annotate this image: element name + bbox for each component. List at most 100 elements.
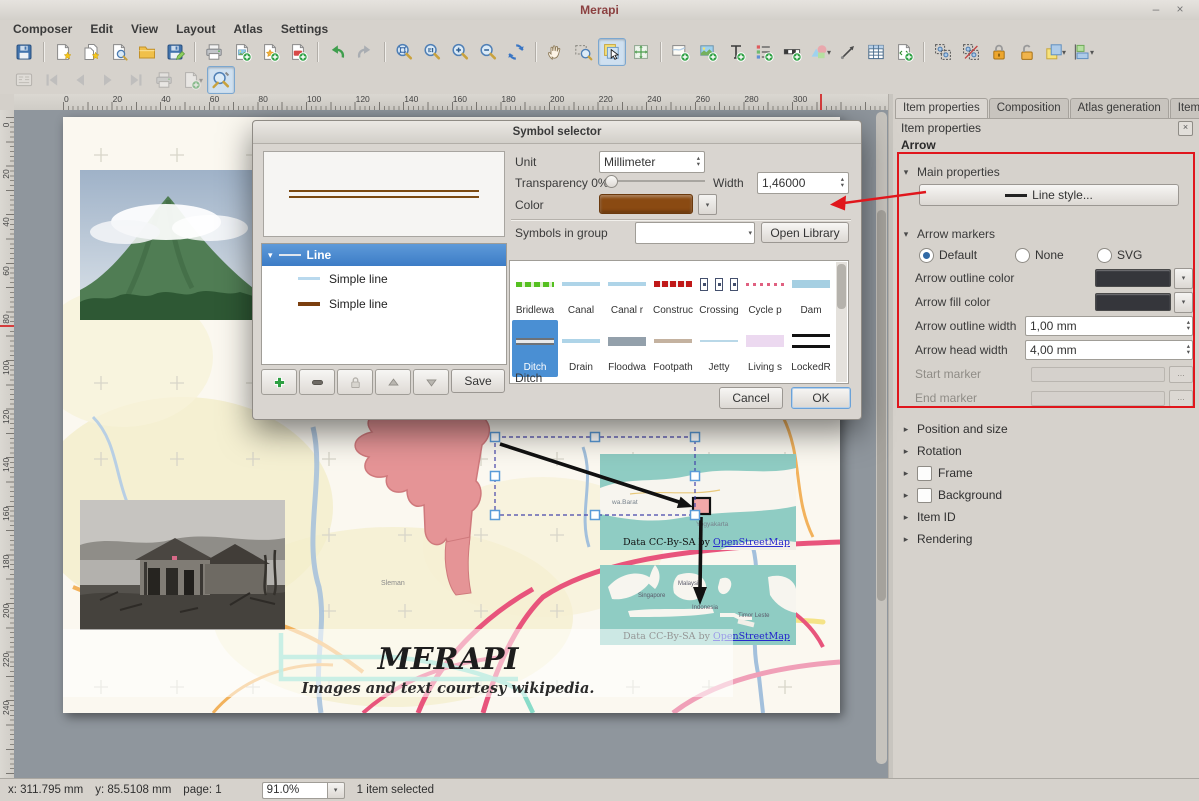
menu-composer[interactable]: Composer: [4, 21, 81, 37]
export-as-pdf-button[interactable]: [285, 39, 311, 65]
save-symbol-button[interactable]: Save: [451, 369, 505, 393]
symbol-living-s[interactable]: Living s: [742, 320, 788, 377]
zoom-dropdown-icon[interactable]: ▾: [327, 782, 345, 799]
map-title-label[interactable]: MERAPI: [377, 642, 520, 677]
transparency-slider[interactable]: [605, 174, 705, 188]
line-style-button[interactable]: Line style...: [919, 184, 1179, 206]
section-position-and-size[interactable]: ▸Position and size: [901, 418, 1193, 440]
add-shape-button[interactable]: ▾: [807, 39, 833, 65]
pan-button[interactable]: [542, 39, 568, 65]
tree-item-line[interactable]: ▾ Line: [262, 244, 506, 266]
radio-none[interactable]: [1015, 248, 1030, 263]
atlas-first-feature-button[interactable]: [39, 67, 65, 93]
align-items-button[interactable]: ▾: [1070, 39, 1096, 65]
symbol-dam[interactable]: Dam: [788, 263, 834, 320]
symbol-canal[interactable]: Canal: [558, 263, 604, 320]
tab-atlas-generation[interactable]: Atlas generation: [1070, 98, 1169, 118]
main-properties-header[interactable]: ▾ Main properties: [901, 164, 1193, 180]
symbol-crossing[interactable]: Crossing: [696, 263, 742, 320]
lock-items-button[interactable]: [986, 39, 1012, 65]
arrow-fill-color-swatch[interactable]: [1095, 293, 1171, 311]
ungroup-items-button[interactable]: [958, 39, 984, 65]
close-icon[interactable]: ×: [1171, 2, 1189, 17]
menu-edit[interactable]: Edit: [81, 21, 122, 37]
dropdown-arrow-icon[interactable]: ▾: [748, 229, 752, 237]
unlock-items-button[interactable]: [1014, 39, 1040, 65]
expand-icon[interactable]: ▾: [268, 250, 273, 261]
canvas-vertical-scrollbar[interactable]: [876, 112, 887, 764]
start-marker-input[interactable]: [1031, 367, 1165, 382]
radio-default[interactable]: [919, 248, 934, 263]
menu-layout[interactable]: Layout: [167, 21, 224, 37]
photo-merapi-volcano[interactable]: [80, 170, 253, 320]
section-rotation[interactable]: ▸Rotation: [901, 440, 1193, 462]
grid-scrollbar[interactable]: [836, 262, 847, 382]
export-atlas-button[interactable]: ▾: [179, 67, 205, 93]
atlas-last-feature-button[interactable]: [123, 67, 149, 93]
arrow-outline-color-swatch[interactable]: [1095, 269, 1171, 287]
unit-combo[interactable]: Millimeter ▴▾: [599, 151, 705, 173]
color-dropdown-icon[interactable]: ▾: [1174, 292, 1193, 313]
export-as-svg-button[interactable]: [257, 39, 283, 65]
symbol-floodwa[interactable]: Floodwa: [604, 320, 650, 377]
tree-item-simple-line-2[interactable]: Simple line: [262, 291, 506, 316]
export-as-image-button[interactable]: [229, 39, 255, 65]
spinner-arrows-icon[interactable]: ▴▾: [697, 156, 702, 168]
color-dropdown-icon[interactable]: ▾: [1174, 268, 1193, 289]
add-attribute-table-button[interactable]: [863, 39, 889, 65]
zoom-in-button[interactable]: [447, 39, 473, 65]
refresh-view-button[interactable]: [503, 39, 529, 65]
section-item-id[interactable]: ▸Item ID: [901, 506, 1193, 528]
symbol-footpath[interactable]: Footpath: [650, 320, 696, 377]
symbol-ditch[interactable]: Ditch: [512, 320, 558, 377]
symbol-lockedr[interactable]: LockedR: [788, 320, 834, 377]
symbol-bridlewa[interactable]: Bridlewa: [512, 263, 558, 320]
lock-layer-button[interactable]: [337, 369, 373, 395]
spinner-arrows-icon[interactable]: ▴▾: [1187, 344, 1192, 356]
checkbox[interactable]: [917, 488, 932, 503]
spinner-arrows-icon[interactable]: ▴▾: [1187, 320, 1192, 332]
select-move-item-button[interactable]: [598, 38, 626, 66]
section-background[interactable]: ▸Background: [901, 484, 1193, 506]
add-html-frame-button[interactable]: [891, 39, 917, 65]
color-swatch[interactable]: [599, 194, 693, 214]
move-layer-down-button[interactable]: [413, 369, 449, 395]
tab-composition[interactable]: Composition: [989, 98, 1069, 118]
remove-symbol-layer-button[interactable]: [299, 369, 335, 395]
spinner-arrows-icon[interactable]: ▴▾: [841, 177, 846, 189]
atlas-next-feature-button[interactable]: [95, 67, 121, 93]
zoom-combo[interactable]: 91.0% ▾: [262, 782, 345, 799]
section-frame[interactable]: ▸Frame: [901, 462, 1193, 484]
width-input[interactable]: 1,46000 ▴▾: [757, 172, 849, 194]
minimize-icon[interactable]: –: [1147, 2, 1165, 17]
end-marker-browse-button[interactable]: ...: [1169, 390, 1193, 407]
menu-settings[interactable]: Settings: [272, 21, 337, 37]
load-from-template-button[interactable]: [134, 39, 160, 65]
photo-destroyed-house[interactable]: [80, 500, 285, 630]
symbol-drain[interactable]: Drain: [558, 320, 604, 377]
redo-button[interactable]: [352, 39, 378, 65]
move-item-content-button[interactable]: [628, 39, 654, 65]
zoom-actual-size-button[interactable]: [419, 39, 445, 65]
add-scalebar-button[interactable]: [779, 39, 805, 65]
symbols-group-combo[interactable]: ▾: [635, 222, 755, 244]
symbol-cycle-p[interactable]: Cycle p: [742, 263, 788, 320]
slider-knob[interactable]: [605, 175, 618, 188]
checkbox[interactable]: [917, 466, 932, 481]
cancel-button[interactable]: Cancel: [719, 387, 783, 409]
arrow-outline-width-input[interactable]: 1,00 mm ▴▾: [1025, 316, 1193, 336]
save-as-template-button[interactable]: [162, 39, 188, 65]
raise-items-button[interactable]: ▾: [1042, 39, 1068, 65]
undo-button[interactable]: [324, 39, 350, 65]
duplicate-composition-button[interactable]: [78, 39, 104, 65]
group-items-button[interactable]: [930, 39, 956, 65]
atlas-settings-button[interactable]: [207, 66, 235, 94]
arrow-head-width-input[interactable]: 4,00 mm ▴▾: [1025, 340, 1193, 360]
tab-item-properties[interactable]: Item properties: [895, 98, 988, 118]
zoom-region-button[interactable]: [570, 39, 596, 65]
zoom-value[interactable]: 91.0%: [262, 782, 327, 799]
end-marker-input[interactable]: [1031, 391, 1165, 406]
zoom-full-button[interactable]: [391, 39, 417, 65]
map-credit-label[interactable]: Images and text courtesy wikipedia.: [301, 680, 595, 697]
add-image-button[interactable]: [695, 39, 721, 65]
